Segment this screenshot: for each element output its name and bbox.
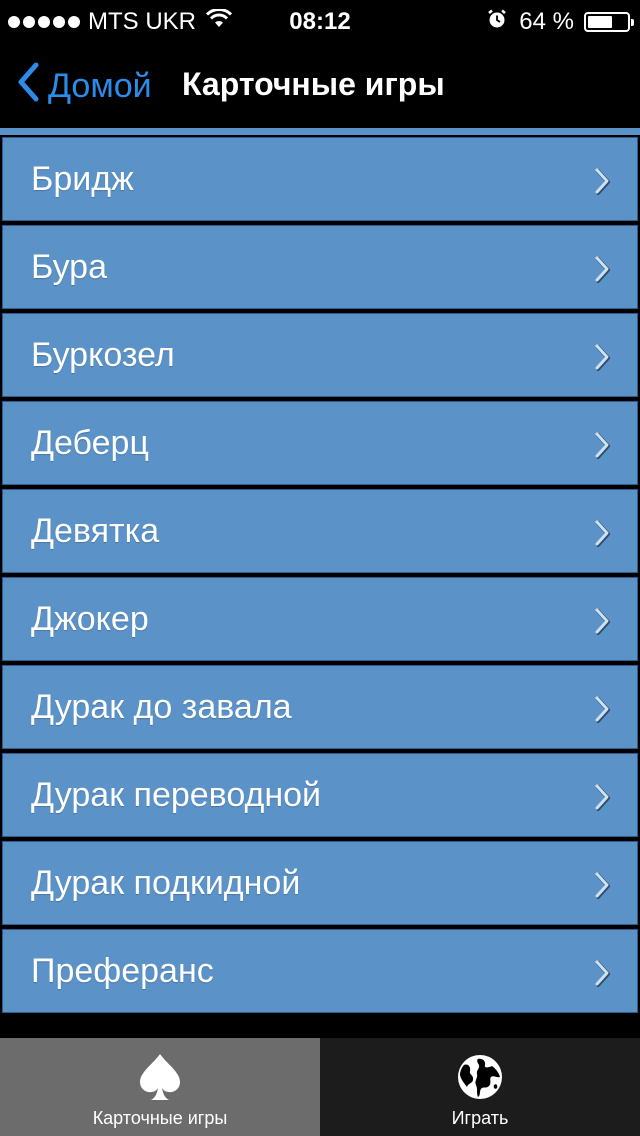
globe-icon [456, 1052, 504, 1102]
chevron-right-icon [593, 782, 611, 817]
list-item[interactable]: Девятка [2, 489, 638, 573]
list-item-label: Преферанс [31, 951, 214, 990]
chevron-right-icon [593, 694, 611, 729]
list-item[interactable]: Бура [2, 225, 638, 309]
battery-percent: 64 % [519, 8, 574, 35]
list-items: Бридж Бура Буркозел Деберц Девятка Джоке… [0, 137, 640, 1013]
list-item-label: Дурак подкидной [31, 863, 301, 902]
chevron-right-icon [593, 958, 611, 993]
chevron-right-icon [593, 518, 611, 553]
chevron-right-icon [593, 606, 611, 641]
list-item-label: Дурак переводной [31, 775, 322, 814]
list-partial-row [0, 128, 640, 137]
battery-icon [584, 12, 634, 32]
navigation-bar: Домой Карточные игры [0, 40, 640, 128]
list-item-label: Буркозел [31, 335, 175, 374]
list-item[interactable]: Дурак подкидной [2, 841, 638, 925]
tab-card-games[interactable]: Карточные игры [0, 1038, 320, 1136]
list-item[interactable]: Дурак до завала [2, 665, 638, 749]
list-item[interactable]: Буркозел [2, 313, 638, 397]
chevron-right-icon [593, 166, 611, 201]
list-item[interactable]: Деберц [2, 401, 638, 485]
back-button-label: Домой [48, 67, 152, 105]
chevron-right-icon [593, 430, 611, 465]
list-item-label: Бура [31, 247, 108, 286]
alarm-icon [487, 8, 507, 36]
status-bar: MTS UKR 08:12 64 % [0, 0, 640, 40]
list-item-label: Девятка [31, 511, 160, 550]
list-item[interactable]: Бридж [2, 137, 638, 221]
tab-play[interactable]: Играть [320, 1038, 640, 1136]
back-chevron-icon [16, 62, 40, 111]
chevron-right-icon [593, 342, 611, 377]
chevron-right-icon [593, 254, 611, 289]
status-right: 64 % [487, 8, 634, 36]
list-item[interactable]: Дурак переводной [2, 753, 638, 837]
card-games-list[interactable]: Бридж Бура Буркозел Деберц Девятка Джоке… [0, 128, 640, 1038]
tab-play-label: Играть [451, 1108, 509, 1128]
list-item[interactable]: Преферанс [2, 929, 638, 1013]
list-item-label: Деберц [31, 423, 149, 462]
chevron-right-icon [593, 870, 611, 905]
list-item-label: Бридж [31, 159, 134, 198]
page-title: Карточные игры [182, 66, 445, 102]
list-item-label: Джокер [31, 599, 149, 638]
list-item[interactable]: Джокер [2, 577, 638, 661]
tab-bar: Карточные игры Играть [0, 1038, 640, 1136]
battery-fill [588, 16, 612, 28]
spade-icon [136, 1052, 184, 1102]
tab-card-games-label: Карточные игры [92, 1108, 228, 1128]
list-item-label: Дурак до завала [31, 687, 292, 726]
back-button[interactable]: Домой [16, 62, 152, 111]
